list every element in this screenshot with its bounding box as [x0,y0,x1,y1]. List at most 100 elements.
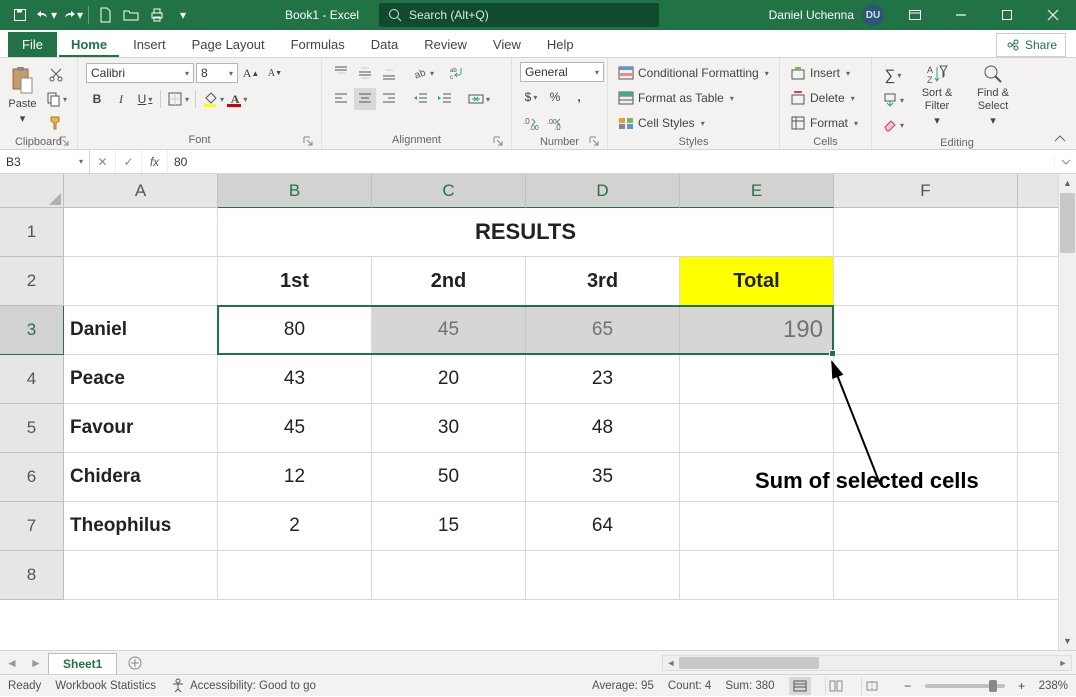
cell-f5[interactable] [834,404,1018,453]
cell-b3[interactable]: 80 [218,306,372,355]
enter-formula[interactable]: ✓ [116,150,142,173]
row-header-5[interactable]: 5 [0,404,64,453]
cell-d2[interactable]: 3rd [526,257,680,306]
cell-c7[interactable]: 15 [372,502,526,551]
cell-f7[interactable] [834,502,1018,551]
clear-button[interactable]: ▾ [880,114,906,136]
cell-c4[interactable]: 20 [372,355,526,404]
minimize-button[interactable] [938,0,984,30]
paste-button[interactable]: Paste ▾ [8,62,37,128]
zoom-out[interactable]: − [897,675,919,697]
cell-d6[interactable]: 35 [526,453,680,502]
cell-e5[interactable] [680,404,834,453]
col-header-b[interactable]: B [218,174,372,208]
percent-format[interactable]: % [544,86,566,108]
fill-button[interactable]: ▾ [880,89,906,111]
fx-button[interactable]: fx [142,150,168,173]
cell-b8[interactable] [218,551,372,600]
number-launcher[interactable] [587,134,601,148]
select-all-corner[interactable] [0,174,64,208]
align-right[interactable] [378,88,400,110]
align-left[interactable] [330,88,352,110]
number-format-combo[interactable]: General▾ [520,62,604,82]
orientation-button[interactable]: ab▾ [410,62,436,84]
zoom-in[interactable]: + [1011,675,1033,697]
cell-f2[interactable] [834,257,1018,306]
name-box[interactable]: B3▾ [0,150,90,173]
increase-decimal[interactable]: .0.00 [520,112,542,134]
tab-insert[interactable]: Insert [121,31,178,57]
cell-a6[interactable]: Chidera [64,453,218,502]
tab-review[interactable]: Review [412,31,479,57]
row-header-4[interactable]: 4 [0,355,64,404]
col-header-f[interactable]: F [834,174,1018,208]
borders-button[interactable]: ▾ [165,88,191,110]
cell-a7[interactable]: Theophilus [64,502,218,551]
user-name[interactable]: Daniel Uchenna [769,8,854,22]
find-select-button[interactable]: Find & Select▾ [968,62,1018,128]
tab-view[interactable]: View [481,31,533,57]
cell-b4[interactable]: 43 [218,355,372,404]
conditional-formatting[interactable]: Conditional Formatting▾ [616,62,771,84]
increase-font-button[interactable]: A▲ [240,62,262,84]
cut-button[interactable] [43,64,69,86]
autosave-toggle[interactable] [8,2,32,28]
sheet-nav-prev[interactable]: ◄ [0,656,24,670]
accounting-format[interactable]: $▾ [520,86,542,108]
clipboard-launcher[interactable] [57,134,71,148]
add-sheet[interactable] [123,656,147,670]
cell-c5[interactable]: 30 [372,404,526,453]
cell-a8[interactable] [64,551,218,600]
col-header-c[interactable]: C [372,174,526,208]
underline-button[interactable]: U▾ [134,88,156,110]
decrease-decimal[interactable]: .00.0 [544,112,566,134]
share-button[interactable]: Share [996,33,1066,57]
zoom-slider[interactable] [925,684,1005,688]
cell-f4[interactable] [834,355,1018,404]
comma-format[interactable]: , [568,86,590,108]
collapse-ribbon[interactable] [1050,131,1070,147]
format-painter-button[interactable] [43,112,69,134]
decrease-indent[interactable] [410,88,432,110]
tab-help[interactable]: Help [535,31,586,57]
format-as-table[interactable]: Format as Table▾ [616,87,736,109]
view-page-layout[interactable] [825,677,847,695]
accessibility-status[interactable]: Accessibility: Good to go [170,678,316,694]
zoom-level[interactable]: 238% [1039,680,1068,692]
wrap-text-button[interactable]: abc [446,62,468,84]
row-header-6[interactable]: 6 [0,453,64,502]
cell-c8[interactable] [372,551,526,600]
close-button[interactable] [1030,0,1076,30]
font-size-combo[interactable]: 8▾ [196,63,238,83]
new-file-button[interactable] [93,2,117,28]
col-header-e[interactable]: E [680,174,834,208]
alignment-launcher[interactable] [491,134,505,148]
row-header-8[interactable]: 8 [0,551,64,600]
row-header-2[interactable]: 2 [0,257,64,306]
row-header-3[interactable]: 3 [0,306,64,355]
cell-d5[interactable]: 48 [526,404,680,453]
cell-f8[interactable] [834,551,1018,600]
tab-page-layout[interactable]: Page Layout [180,31,277,57]
col-header-a[interactable]: A [64,174,218,208]
align-middle[interactable] [354,62,376,84]
delete-cells[interactable]: Delete▾ [788,87,857,109]
copy-button[interactable]: ▾ [43,88,69,110]
cell-e4[interactable] [680,355,834,404]
font-launcher[interactable] [301,134,315,148]
increase-indent[interactable] [434,88,456,110]
vertical-scrollbar[interactable]: ▲ ▼ [1058,174,1076,650]
cell-a1[interactable] [64,208,218,257]
cell-a5[interactable]: Favour [64,404,218,453]
maximize-button[interactable] [984,0,1030,30]
cell-styles[interactable]: Cell Styles▾ [616,112,707,134]
row-header-7[interactable]: 7 [0,502,64,551]
cell-b6[interactable]: 12 [218,453,372,502]
cell-title[interactable]: RESULTS [218,208,834,257]
cell-d4[interactable]: 23 [526,355,680,404]
font-family-combo[interactable]: Calibri▾ [86,63,194,83]
merge-center-button[interactable]: ▾ [466,88,492,110]
cell-e7[interactable] [680,502,834,551]
cell-d7[interactable]: 64 [526,502,680,551]
avatar[interactable]: DU [862,4,884,26]
